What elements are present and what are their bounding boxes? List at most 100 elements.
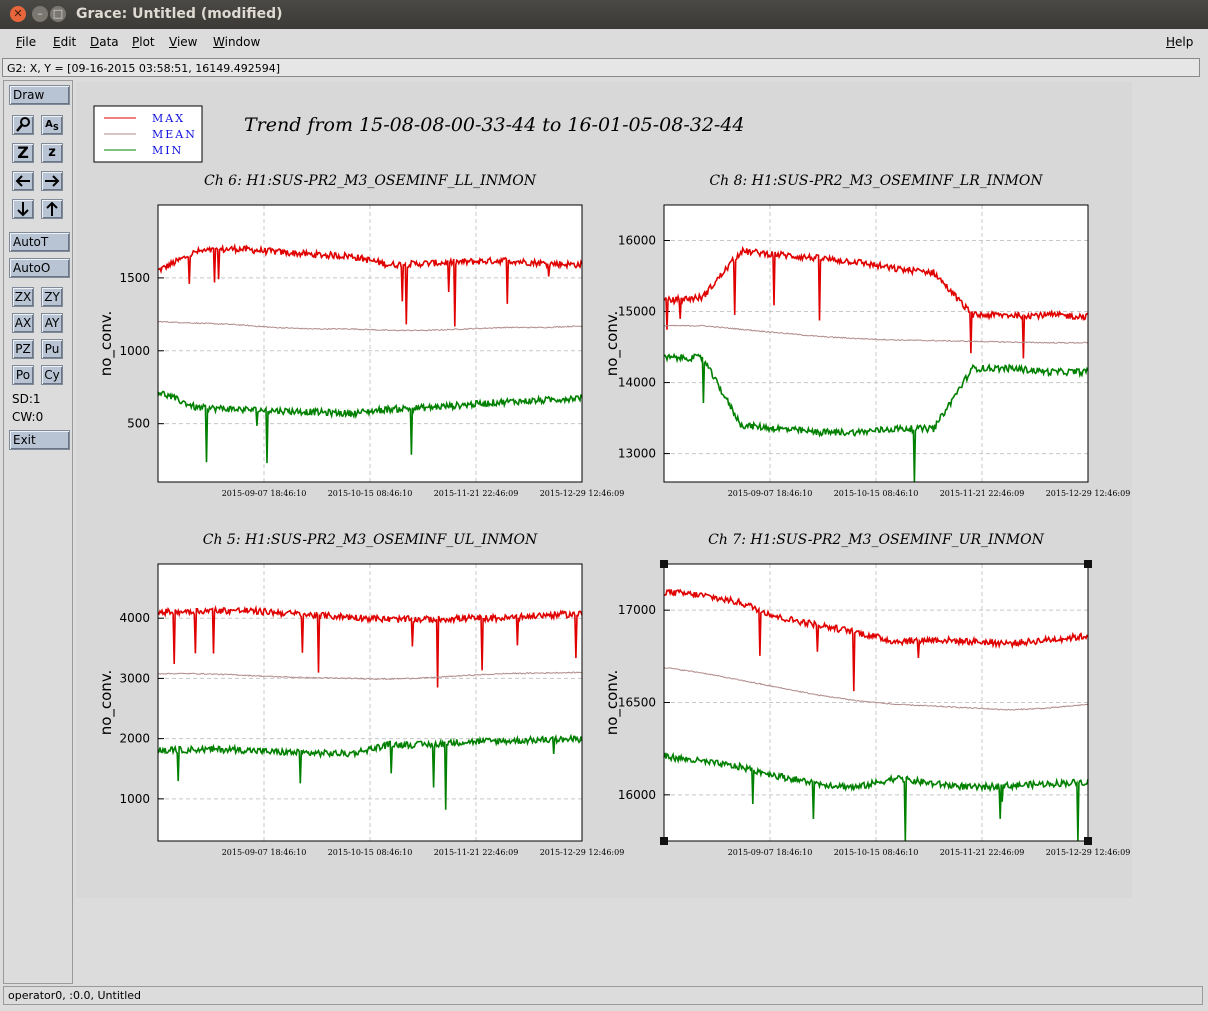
x-tick-label: 2015-09-07 18:46:10 bbox=[222, 848, 307, 857]
y-tick-label: 16000 bbox=[618, 788, 656, 802]
figure-svg: MAX MEAN MIN Trend from 15-08-08-00-33-4… bbox=[76, 82, 1132, 898]
legend: MAX MEAN MIN bbox=[93, 105, 203, 163]
arrow-up-icon bbox=[46, 201, 58, 216]
y-tick-label: 16000 bbox=[618, 234, 656, 248]
menu-help[interactable]: Help bbox=[1166, 35, 1193, 49]
chart-3: Ch 5: H1:SUS-PR2_M3_OSEMINF_UL_INMON no_c… bbox=[97, 532, 624, 857]
y-tick-label: 17000 bbox=[618, 603, 656, 617]
menu-data[interactable]: Data bbox=[90, 35, 119, 49]
x-tick-label: 2015-11-21 22:46:09 bbox=[940, 489, 1025, 498]
x-tick-label: 2015-09-07 18:46:10 bbox=[728, 848, 813, 857]
zy-button[interactable]: ZY bbox=[41, 287, 63, 307]
legend-mean-label: MEAN bbox=[152, 128, 197, 141]
z-large-icon: Z bbox=[17, 143, 29, 162]
draw-button[interactable]: Draw bbox=[9, 85, 70, 105]
x-tick-label: 2015-11-21 22:46:09 bbox=[434, 489, 519, 498]
chart-title: Ch 5: H1:SUS-PR2_M3_OSEMINF_UL_INMON bbox=[203, 532, 538, 548]
y-tick-label: 15000 bbox=[618, 305, 656, 319]
current-world-label: CW:0 bbox=[12, 410, 44, 424]
x-tick-label: 2015-10-15 08:46:10 bbox=[328, 489, 413, 498]
autotick-button[interactable]: AutoT bbox=[9, 232, 70, 252]
scroll-up-button[interactable] bbox=[41, 199, 63, 219]
x-tick-label: 2015-10-15 08:46:10 bbox=[328, 848, 413, 857]
chart-title: Ch 6: H1:SUS-PR2_M3_OSEMINF_LL_INMON bbox=[204, 173, 537, 189]
plot-background bbox=[158, 564, 582, 841]
x-tick-label: 2015-12-29 12:46:09 bbox=[540, 489, 625, 498]
close-window-button[interactable]: ✕ bbox=[10, 6, 26, 22]
legend-max-label: MAX bbox=[152, 112, 185, 125]
y-tick-label: 500 bbox=[127, 417, 150, 431]
selection-handle bbox=[1084, 560, 1092, 568]
y-tick-label: 1500 bbox=[119, 271, 150, 285]
ay-button[interactable]: AY bbox=[41, 313, 63, 333]
chart-1: Ch 6: H1:SUS-PR2_M3_OSEMINF_LL_INMON no_c… bbox=[97, 173, 624, 498]
locator-bar: G2: X, Y = [09-16-2015 03:58:51, 16149.4… bbox=[2, 58, 1200, 77]
x-tick-label: 2015-11-21 22:46:09 bbox=[940, 848, 1025, 857]
legend-min-label: MIN bbox=[152, 144, 183, 157]
x-tick-label: 2015-09-07 18:46:10 bbox=[728, 489, 813, 498]
zoom-out-button[interactable]: z bbox=[41, 143, 63, 163]
y-tick-label: 1000 bbox=[119, 344, 150, 358]
ax-button[interactable]: AX bbox=[12, 313, 34, 333]
set-depth-label: SD:1 bbox=[12, 392, 41, 406]
autoscale-on-button[interactable]: AutoO bbox=[9, 258, 70, 278]
plot-background bbox=[158, 205, 582, 482]
y-tick-label: 4000 bbox=[119, 611, 150, 625]
y-tick-label: 3000 bbox=[119, 671, 150, 685]
window-title: Grace: Untitled (modified) bbox=[76, 6, 283, 22]
text-as-icon: AS bbox=[45, 119, 59, 132]
arrow-left-icon bbox=[15, 175, 30, 187]
scroll-right-button[interactable] bbox=[41, 171, 63, 191]
figure-title: Trend from 15-08-08-00-33-44 to 16-01-05… bbox=[244, 114, 745, 136]
menubar: File Edit Data Plot View Window Help bbox=[0, 29, 1208, 57]
y-tick-label: 2000 bbox=[119, 732, 150, 746]
x-tick-label: 2015-12-29 12:46:09 bbox=[1046, 848, 1131, 857]
y-tick-label: 1000 bbox=[119, 792, 150, 806]
menu-plot[interactable]: Plot bbox=[132, 35, 155, 49]
window-titlebar: ✕ – □ Grace: Untitled (modified) bbox=[0, 0, 1208, 29]
menu-view[interactable]: View bbox=[169, 35, 197, 49]
status-bar: operator0, :0.0, Untitled bbox=[3, 986, 1203, 1005]
selection-handle bbox=[660, 837, 668, 845]
drawing-canvas[interactable]: MAX MEAN MIN Trend from 15-08-08-00-33-4… bbox=[76, 80, 1202, 984]
arrow-right-icon bbox=[45, 175, 60, 187]
tool-panel: Draw AS Z z AutoT AutoO ZX ZY AX AY PZ P… bbox=[3, 80, 73, 984]
menu-file[interactable]: File bbox=[16, 35, 36, 49]
x-tick-label: 2015-10-15 08:46:10 bbox=[834, 489, 919, 498]
zx-button[interactable]: ZX bbox=[12, 287, 34, 307]
chart-title: Ch 8: H1:SUS-PR2_M3_OSEMINF_LR_INMON bbox=[709, 173, 1043, 189]
x-tick-label: 2015-12-29 12:46:09 bbox=[540, 848, 625, 857]
chart-title: Ch 7: H1:SUS-PR2_M3_OSEMINF_UR_INMON bbox=[708, 532, 1044, 548]
chart-4: Ch 7: H1:SUS-PR2_M3_OSEMINF_UR_INMONno_c… bbox=[603, 532, 1130, 857]
x-tick-label: 2015-11-21 22:46:09 bbox=[434, 848, 519, 857]
chart-2: Ch 8: H1:SUS-PR2_M3_OSEMINF_LR_INMON no_c… bbox=[603, 173, 1130, 498]
text-tool-button[interactable]: AS bbox=[41, 115, 63, 135]
selection-handle bbox=[1084, 837, 1092, 845]
menu-edit[interactable]: Edit bbox=[53, 35, 76, 49]
cy-button[interactable]: Cy bbox=[41, 365, 63, 385]
y-tick-label: 13000 bbox=[618, 447, 656, 461]
pz-button[interactable]: PZ bbox=[12, 339, 34, 359]
z-small-icon: z bbox=[48, 145, 56, 160]
y-axis-label: no_conv. bbox=[97, 311, 116, 377]
maximize-window-button[interactable]: □ bbox=[50, 6, 66, 22]
po-button[interactable]: Po bbox=[12, 365, 34, 385]
autoscale-button[interactable]: Z bbox=[12, 143, 34, 163]
magnifier-icon bbox=[16, 117, 30, 132]
pu-button[interactable]: Pu bbox=[41, 339, 63, 359]
scroll-left-button[interactable] bbox=[12, 171, 34, 191]
arrow-down-icon bbox=[17, 202, 29, 217]
menu-window[interactable]: Window bbox=[213, 35, 260, 49]
x-tick-label: 2015-10-15 08:46:10 bbox=[834, 848, 919, 857]
selection-handle bbox=[660, 560, 668, 568]
x-tick-label: 2015-12-29 12:46:09 bbox=[1046, 489, 1131, 498]
x-tick-label: 2015-09-07 18:46:10 bbox=[222, 489, 307, 498]
scroll-down-button[interactable] bbox=[12, 199, 34, 219]
exit-button[interactable]: Exit bbox=[9, 430, 70, 450]
zoom-button[interactable] bbox=[12, 115, 34, 135]
y-axis-label: no_conv. bbox=[97, 670, 116, 736]
y-axis-label: no_conv. bbox=[603, 311, 622, 377]
y-tick-label: 16500 bbox=[618, 696, 656, 710]
minimize-window-button[interactable]: – bbox=[32, 6, 48, 22]
y-tick-label: 14000 bbox=[618, 376, 656, 390]
